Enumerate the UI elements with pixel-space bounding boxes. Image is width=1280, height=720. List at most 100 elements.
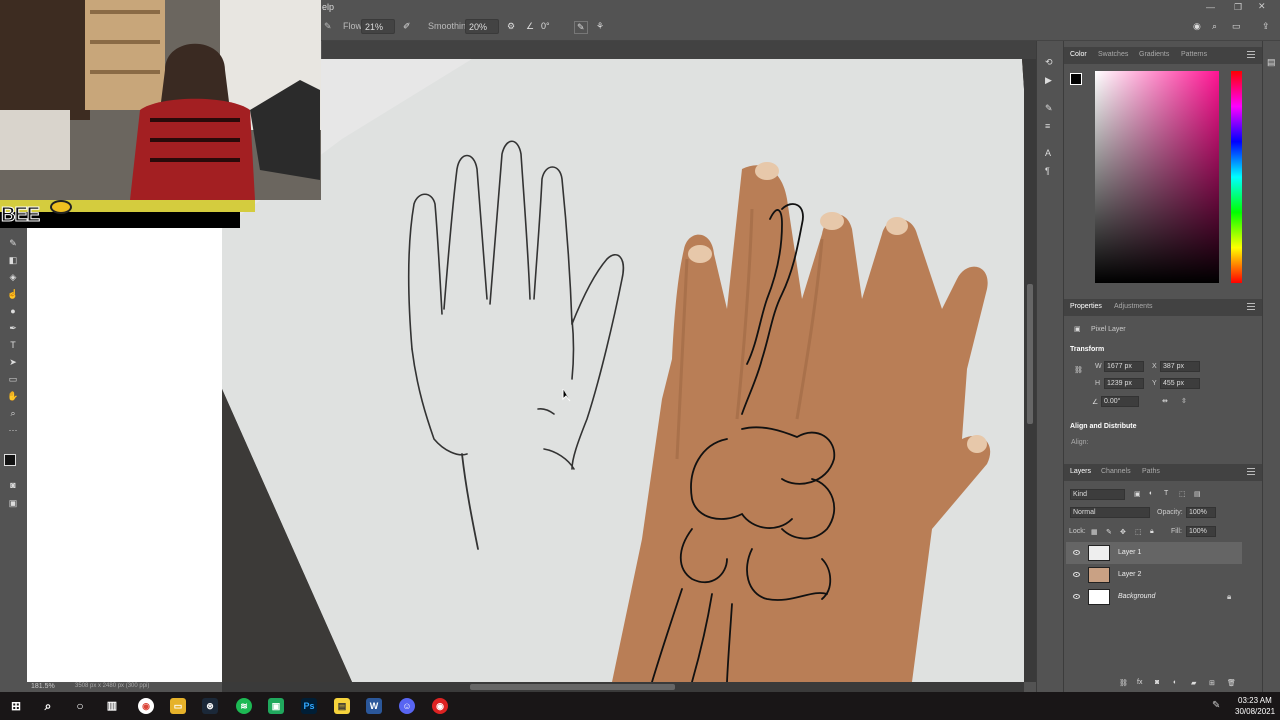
flip-horizontal-icon[interactable]: ⇹ [1162,397,1168,405]
delete-layer-icon[interactable]: 🗑︎ [1227,679,1236,687]
tab-color[interactable]: Color [1070,51,1087,58]
vertical-scroll-thumb[interactable] [1027,284,1033,424]
eraser-tool-icon[interactable]: ◧ [6,255,20,265]
opacity-field[interactable]: 100% [1186,507,1216,518]
file-explorer-icon[interactable]: ▭ [170,698,186,714]
new-group-icon[interactable]: ▰ [1191,679,1196,687]
type-tool-icon[interactable]: T [6,340,20,350]
search-icon[interactable]: ⌕ [1212,21,1217,32]
flip-vertical-icon[interactable]: ⇳ [1181,397,1187,405]
history-icon[interactable]: ⟲ [1045,57,1053,68]
filter-shape-icon[interactable]: ⬚ [1179,490,1186,498]
brush-preset-icon[interactable]: ✎ [324,21,332,32]
share-icon[interactable]: ◉ [1193,21,1201,32]
pen-tool-icon[interactable]: ✒ [6,323,20,333]
paint-bucket-tool-icon[interactable]: ◈ [6,272,20,282]
filter-adjustment-icon[interactable]: ◐ [1149,490,1153,497]
word-icon[interactable]: W [366,698,382,714]
w-field[interactable]: 1677 px [1104,361,1144,372]
smoothing-settings-gear-icon[interactable]: ⚙ [507,21,515,32]
search-icon[interactable]: ⌕ [40,698,56,714]
paragraph-icon[interactable]: ¶ [1045,166,1050,176]
lock-image-icon[interactable]: ✎ [1106,528,1112,536]
symmetry-butterfly-icon[interactable]: ⚘ [596,21,604,32]
share-export-icon[interactable]: ⇪ [1262,21,1270,32]
visibility-eye-icon[interactable] [1073,594,1080,599]
pen-workspace-icon[interactable]: ✎ [1212,700,1220,711]
brush-tool-icon[interactable]: ✎ [6,238,20,248]
clock-date[interactable]: 30/08/2021 [1235,707,1275,716]
layer-name[interactable]: Layer 1 [1118,549,1141,556]
visibility-eye-icon[interactable] [1073,572,1080,577]
obs-green-app-icon[interactable]: ▣ [268,698,284,714]
properties-panel-menu-icon[interactable] [1247,303,1255,310]
spotify-icon[interactable]: ≋ [236,698,252,714]
learn-icon[interactable]: ▤ [1267,57,1276,68]
discord-icon[interactable]: ☺ [399,698,415,714]
layer-filter-kind[interactable]: Kind [1070,489,1125,500]
task-view-icon[interactable]: ▥ [104,698,120,714]
lock-artboard-icon[interactable]: ⬚ [1135,528,1142,536]
path-selection-tool-icon[interactable]: ➤ [6,357,20,367]
layer-name[interactable]: Background [1118,593,1155,600]
pressure-size-icon[interactable]: ✎ [574,21,588,34]
brush-angle-field[interactable]: 0° [541,21,550,31]
recording-app-icon[interactable]: ◉ [432,698,448,714]
menu-help[interactable]: elp [322,2,334,12]
filter-type-icon[interactable]: T [1164,490,1168,497]
layer-row[interactable]: Background 🔒︎ [1066,586,1242,608]
visibility-eye-icon[interactable] [1073,550,1080,555]
character-icon[interactable]: A [1045,148,1051,158]
hand-tool-icon[interactable]: ✋ [6,391,20,401]
color-picker-field[interactable] [1095,71,1219,283]
actions-play-icon[interactable]: ▶ [1045,75,1052,86]
tab-channels[interactable]: Channels [1101,468,1131,475]
smudge-tool-icon[interactable]: ☝ [6,289,20,299]
rotate-angle-field[interactable]: 0.00° [1101,396,1139,407]
transform-section-title[interactable]: Transform [1070,346,1104,353]
clock-time[interactable]: 03:23 AM [1238,696,1272,705]
brush-settings-icon[interactable]: ✎ [1045,103,1053,114]
tab-swatches[interactable]: Swatches [1098,51,1128,58]
layer-row[interactable]: Layer 1 [1066,542,1242,564]
filter-smart-object-icon[interactable]: ▤ [1194,490,1201,498]
x-field[interactable]: 387 px [1160,361,1200,372]
tab-patterns[interactable]: Patterns [1181,51,1207,58]
filter-pixel-icon[interactable]: ▣ [1134,490,1141,498]
dodge-tool-icon[interactable]: ● [6,306,20,316]
screen-mode-icon[interactable]: ▣ [6,498,20,508]
foreground-color-swatch[interactable] [4,454,16,466]
lock-all-icon[interactable]: 🔒︎ [1150,528,1154,536]
chrome-icon[interactable]: ◉ [138,698,154,714]
flow-field[interactable]: 21% [361,19,395,34]
steam-icon[interactable]: ⊛ [202,698,218,714]
align-section-title[interactable]: Align and Distribute [1070,423,1137,430]
link-layers-icon[interactable]: ⛓ [1119,679,1128,687]
cortana-icon[interactable]: ○ [72,698,88,714]
lock-transparent-icon[interactable]: ▦ [1091,528,1098,536]
brushes-icon[interactable]: ≡ [1045,121,1050,131]
blend-mode-select[interactable]: Normal [1070,507,1150,518]
zoom-level[interactable]: 181.5% [31,683,55,690]
fill-field[interactable]: 100% [1186,526,1216,537]
color-panel-menu-icon[interactable] [1247,51,1255,58]
adjustment-layer-icon[interactable]: ◐ [1173,679,1177,686]
photoshop-icon[interactable]: Ps [301,698,317,714]
new-layer-icon[interactable]: ⊞ [1209,679,1215,687]
layers-panel-menu-icon[interactable] [1247,468,1255,475]
hue-slider[interactable] [1231,71,1242,283]
airbrush-icon[interactable]: ✐ [403,21,411,32]
add-mask-icon[interactable]: ◙ [1155,679,1159,686]
restore-icon[interactable]: ❐ [1234,2,1242,13]
quick-mask-icon[interactable]: ◙ [6,480,20,490]
layer-name[interactable]: Layer 2 [1118,571,1141,578]
zoom-tool-icon[interactable]: ⌕ [6,408,20,418]
close-icon[interactable]: ✕ [1258,1,1266,12]
workspace-icon[interactable]: ▭ [1232,21,1241,32]
color-foreground-swatch[interactable] [1070,73,1082,85]
minimize-icon[interactable]: — [1206,2,1215,12]
horizontal-scrollbar[interactable] [222,682,1024,692]
canvas-area[interactable] [222,59,1024,682]
tab-gradients[interactable]: Gradients [1139,51,1169,58]
more-tools-icon[interactable]: ··· [6,425,20,435]
